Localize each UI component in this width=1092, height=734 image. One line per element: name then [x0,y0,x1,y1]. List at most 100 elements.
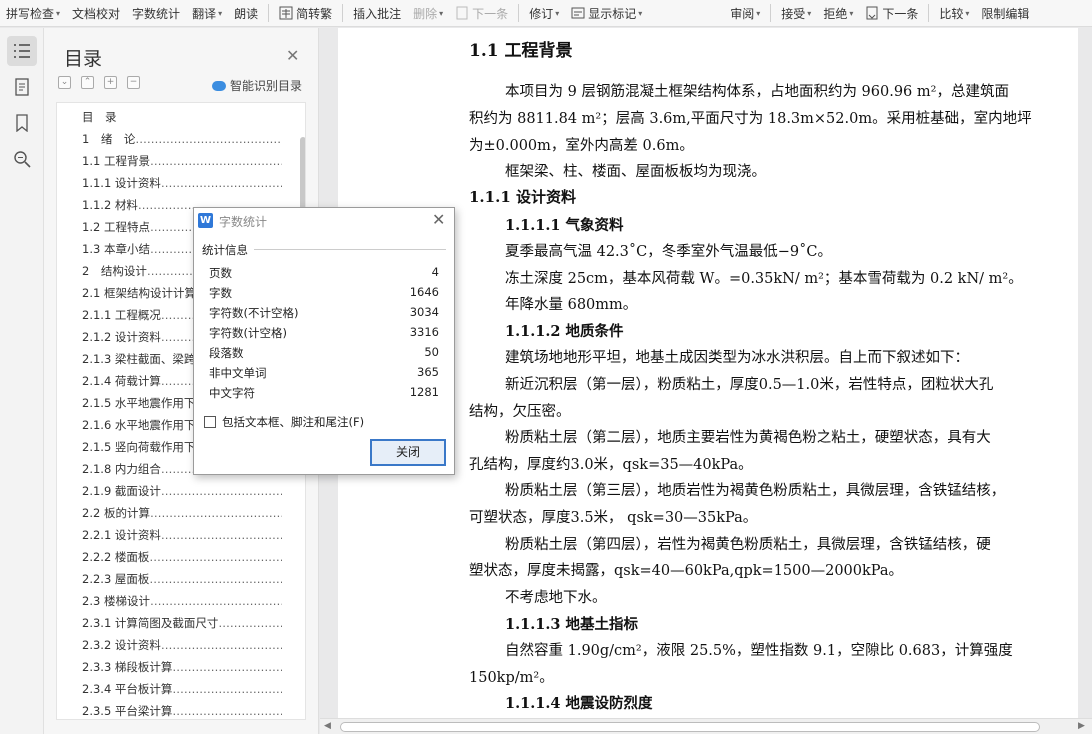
toc-leader-dots: …………………………………… [160,528,282,542]
reject-button[interactable]: 拒绝 ▾ [817,0,859,27]
next-change-label: 下一条 [882,6,919,21]
stat-value: 3316 [409,325,439,339]
doc-paragraph-line: 冻土深度 25cm，基本风荷载 W。=0.35kN/ m²；基本雪荷载为 0.2… [505,271,1023,287]
chevron-down-icon: ▾ [638,8,643,18]
remove-icon[interactable]: − [127,76,140,89]
toc-item[interactable]: 2.3 楼梯设计…………………………………… [82,593,282,609]
chapter-view-button[interactable] [7,72,37,102]
delete-comment-button[interactable]: 删除 ▾ [407,0,449,27]
toc-item[interactable]: 1 绪 论…………………………………… [82,131,282,147]
toc-leader-dots: …………………………………… [218,616,282,630]
toc-leader-dots: …………………………………… [149,506,282,520]
expand-icon[interactable]: ⌃ [81,76,94,89]
next-comment-button[interactable]: 下一条 [449,0,514,27]
toc-item[interactable]: 目 录 [82,109,282,125]
checkbox-box[interactable] [204,416,216,428]
bookmark-button[interactable] [7,108,37,138]
doc-paragraph-line: 可塑状态，厚度3.5米， qsk=30—35kPa。 [469,510,758,526]
show-markup-button[interactable]: 显示标记 ▾ [565,0,648,27]
toc-item[interactable]: 2.3.4 平台板计算…………………………………… [82,681,282,697]
read-aloud-button[interactable]: 朗读 [228,0,264,27]
toc-item-label: 1.2 工程特点 [82,220,150,234]
toc-item-label: 2.1.6 水平地震作用下 [82,418,196,432]
toc-item[interactable]: 2.1.9 截面设计…………………………………… [82,483,282,499]
toc-item[interactable]: 2.3.2 设计资料…………………………………… [82,637,282,653]
read-aloud-label: 朗读 [234,6,259,21]
dialog-title: 字数统计 [219,215,268,229]
horizontal-scrollbar[interactable]: ◀ ▶ [320,718,1092,734]
toc-item[interactable]: 2.3.1 计算简图及截面尺寸…………………………………… [82,615,282,631]
accept-button[interactable]: 接受 ▾ [775,0,817,27]
word-count-label: 字数统计 [132,6,181,21]
proofread-button[interactable]: 文档校对 [66,0,126,27]
search-icon [14,151,31,168]
chevron-down-icon: ▾ [218,8,223,18]
toc-item-label: 1.1.2 材料 [82,198,138,212]
doc-paragraph-line: 本项目为 9 层钢筋混凝土框架结构体系，占地面积约为 960.96 m²，总建筑… [505,84,1009,100]
toc-item-label: 2.3 楼梯设计 [82,594,150,608]
stat-row: 段落数 50 [209,345,439,361]
toc-item[interactable]: 2.2.1 设计资料…………………………………… [82,527,282,543]
toc-item[interactable]: 2.2 板的计算…………………………………… [82,505,282,521]
translate-button[interactable]: 翻译 ▾ [186,0,228,27]
toc-item[interactable]: 2.2.2 楼面板…………………………………… [82,549,282,565]
collapse-icon[interactable]: ⌄ [58,76,71,89]
toc-item-label: 1.1.1 设计资料 [82,176,161,190]
toc-leader-dots: …………………………………… [172,704,282,718]
scroll-left-icon[interactable]: ◀ [324,721,331,731]
toc-view-button[interactable] [7,36,37,66]
doc-heading: 1.1.1.3 地基土指标 [505,616,639,633]
toolbar-divider [268,4,270,22]
close-icon[interactable]: ✕ [286,46,299,65]
add-icon[interactable]: + [104,76,117,89]
review-label: 审阅 [730,6,755,21]
smart-toc-button[interactable]: 智能识别目录 [212,77,302,94]
toc-item[interactable]: 2.3.5 平台梁计算…………………………………… [82,703,282,719]
next-comment-label: 下一条 [472,6,509,21]
toc-item-label: 2.3.5 平台梁计算 [82,704,173,718]
stat-row: 中文字符 1281 [209,385,439,401]
word-count-button[interactable]: 字数统计 [126,0,186,27]
scrollbar-thumb[interactable] [340,722,1040,732]
convert-chinese-icon [279,6,293,20]
toc-item-label: 2.3.3 梯段板计算 [82,660,173,674]
toc-leader-dots: …………………………………… [149,594,282,608]
close-icon[interactable]: ✕ [432,210,445,229]
toc-item-label: 2.1 框架结构设计计算 [82,286,196,300]
doc-heading: 1.1.1.1 气象资料 [505,217,624,234]
toc-item-label: 2.1.1 工程概况 [82,308,161,322]
delete-comment-label: 删除 [413,6,438,21]
next-change-button[interactable]: 下一条 [859,0,924,27]
chevron-down-icon: ▾ [807,8,812,18]
doc-paragraph-line: 自然容重 1.90g/cm²，液限 25.5%，塑性指数 9.1，空隙比 0.6… [505,643,1013,659]
review-button[interactable]: 审阅 ▾ [724,0,766,27]
toc-leader-dots: …………………………………… [149,154,282,168]
track-changes-button[interactable]: 修订 ▾ [523,0,565,27]
toc-item[interactable]: 1.1 工程背景…………………………………… [82,153,282,169]
toc-item-label: 1.3 本章小结 [82,242,150,256]
toc-item[interactable]: 2.2.3 屋面板…………………………………… [82,571,282,587]
simplified-to-traditional-label: 简转繁 [296,6,333,21]
stat-label: 段落数 [209,346,244,360]
close-button[interactable]: 关闭 [370,439,446,466]
navigation-rail [0,28,44,734]
restrict-editing-button[interactable]: 限制编辑 [975,0,1035,27]
toc-item-label: 2.2.3 屋面板 [82,572,150,586]
find-button[interactable] [7,144,37,174]
toolbar-divider [342,4,344,22]
toc-item[interactable]: 2.3.3 梯段板计算…………………………………… [82,659,282,675]
toc-item-label: 2.3.2 设计资料 [82,638,161,652]
scroll-right-icon[interactable]: ▶ [1078,721,1085,731]
stat-label: 非中文单词 [209,366,267,380]
simplified-to-traditional-button[interactable]: 简转繁 [273,0,338,27]
chevron-down-icon: ▾ [756,8,761,18]
spell-check-button[interactable]: 拼写检查 ▾ [0,0,66,27]
toolbar-divider [928,4,930,22]
toc-leader-dots: …………………………………… [172,660,282,674]
toc-item[interactable]: 1.1.1 设计资料…………………………………… [82,175,282,191]
compare-button[interactable]: 比较 ▾ [933,0,975,27]
smart-toc-label: 智能识别目录 [230,79,303,93]
include-textbox-checkbox[interactable]: 包括文本框、脚注和尾注(F) [204,414,364,430]
insert-comment-button[interactable]: 插入批注 [347,0,407,27]
toc-item-label: 2.1.5 竖向荷载作用下 [82,440,196,454]
